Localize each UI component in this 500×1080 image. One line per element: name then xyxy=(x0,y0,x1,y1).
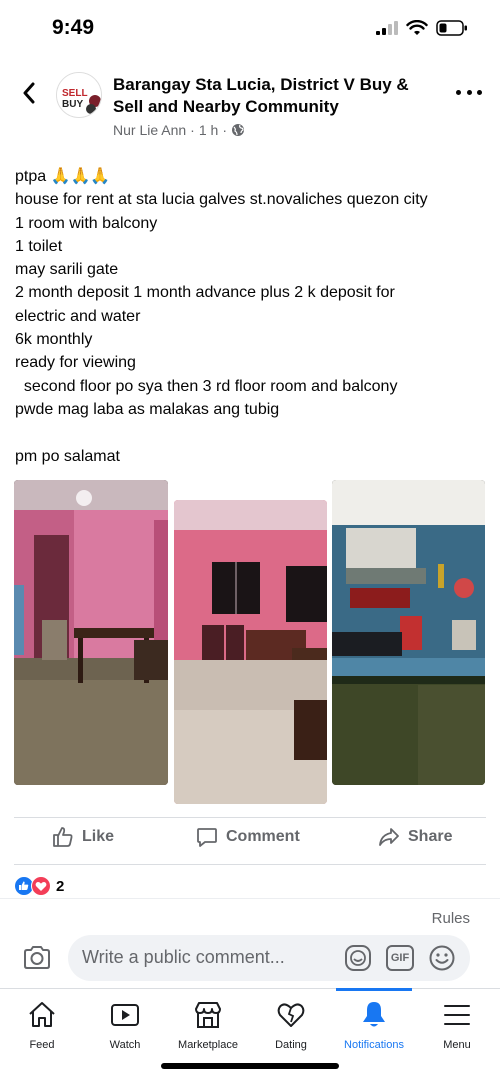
reactions-summary[interactable]: 2 xyxy=(14,876,64,896)
photo-room-1[interactable] xyxy=(14,480,168,785)
tab-label: Watch xyxy=(109,1039,141,1051)
post-header: SELL BUY Barangay Sta Lucia, District V … xyxy=(0,68,500,148)
emoji-icon[interactable] xyxy=(428,944,456,972)
dot xyxy=(456,89,461,95)
wifi-icon xyxy=(406,20,428,35)
share-icon xyxy=(379,828,399,846)
back-button[interactable] xyxy=(16,80,42,106)
post-line: pwde mag laba as malakas ang tubig xyxy=(15,400,280,418)
like-label: Like xyxy=(82,828,115,845)
meta-separator: · xyxy=(222,122,227,138)
post-line: ptpa 🙏🙏🙏 xyxy=(15,168,111,185)
tab-label: Notifications xyxy=(344,1039,404,1051)
more-options-button[interactable] xyxy=(456,82,482,102)
comment-button[interactable]: Comment xyxy=(196,826,300,848)
home-icon xyxy=(29,1002,55,1027)
tab-label: Dating xyxy=(275,1039,307,1051)
play-icon xyxy=(111,1004,139,1026)
post-line: 6k monthly xyxy=(15,331,93,349)
tab-label: Menu xyxy=(443,1039,471,1051)
post-line: second floor po sya then 3 rd floor room… xyxy=(15,377,398,395)
photo-kitchen[interactable] xyxy=(332,480,485,785)
chevron-left-icon xyxy=(23,82,35,104)
divider xyxy=(14,817,486,818)
svg-text:BUY: BUY xyxy=(62,99,83,110)
tab-marketplace[interactable]: Marketplace xyxy=(166,999,250,1059)
globe-icon xyxy=(231,124,244,136)
tab-feed[interactable]: Feed xyxy=(0,999,84,1059)
author-name[interactable]: Nur Lie Ann xyxy=(113,122,186,138)
status-bar: 9:49 xyxy=(0,0,500,56)
post-line: 1 toilet xyxy=(15,237,63,255)
post-text: ptpa 🙏🙏🙏 house for rent at sta lucia gal… xyxy=(15,165,493,468)
dot xyxy=(477,89,482,95)
share-label: Share xyxy=(408,828,453,845)
post-line: 1 room with balcony xyxy=(15,214,158,232)
svg-text:SELL: SELL xyxy=(62,88,88,99)
post-line: house for rent at sta lucia galves st.no… xyxy=(15,191,428,209)
post-line: ready for viewing xyxy=(15,354,136,372)
group-logo-image: SELL BUY xyxy=(57,73,101,117)
divider xyxy=(0,898,500,899)
post-line: pm po salamat xyxy=(15,447,120,465)
dot xyxy=(466,89,472,95)
share-button[interactable]: Share xyxy=(378,826,452,848)
post-meta: Nur Lie Ann · 1 h · xyxy=(113,122,245,138)
comment-placeholder: Write a public comment... xyxy=(82,947,285,967)
camera-icon xyxy=(24,946,50,969)
tab-label: Feed xyxy=(29,1039,55,1051)
post-line: may sarili gate xyxy=(15,261,119,279)
divider xyxy=(14,864,486,865)
post-line: 2 month deposit 1 month advance plus 2 k… xyxy=(15,284,395,302)
menu-icon xyxy=(444,1005,470,1025)
home-indicator xyxy=(161,1063,339,1069)
thumbs-up-icon xyxy=(53,827,73,847)
heart-icon xyxy=(277,1003,305,1027)
tab-label: Marketplace xyxy=(178,1039,238,1051)
like-button[interactable]: Like xyxy=(52,826,114,848)
gif-label: GIF xyxy=(390,952,410,964)
meta-separator: · xyxy=(190,122,195,138)
gif-button[interactable]: GIF xyxy=(386,945,414,971)
camera-button[interactable] xyxy=(22,943,52,973)
tab-watch[interactable]: Watch xyxy=(83,999,167,1059)
status-time: 9:49 xyxy=(52,16,95,39)
bell-icon xyxy=(363,1002,385,1027)
photo-room-2-image xyxy=(174,500,327,804)
photo-kitchen-image xyxy=(332,480,485,785)
comment-icon xyxy=(197,828,217,847)
signal-icon xyxy=(376,21,398,35)
battery-icon xyxy=(436,20,467,36)
group-avatar[interactable]: SELL BUY xyxy=(56,72,102,118)
post-actions: Like Comment Share xyxy=(0,820,500,860)
avatar-sticker-icon[interactable] xyxy=(344,944,372,972)
comment-label: Comment xyxy=(226,828,300,845)
post-line xyxy=(15,421,493,444)
post-time[interactable]: 1 h xyxy=(199,122,218,138)
tab-notifications[interactable]: Notifications xyxy=(332,999,416,1059)
photo-room-2[interactable] xyxy=(174,500,327,804)
post-line: electric and water xyxy=(15,307,141,325)
love-reaction-icon xyxy=(31,876,51,896)
reaction-count: 2 xyxy=(56,877,65,895)
comment-bar: Write a public comment... GIF xyxy=(0,935,500,981)
rules-link[interactable]: Rules xyxy=(432,910,470,927)
active-tab-indicator xyxy=(336,988,412,991)
shop-icon xyxy=(195,1002,221,1028)
comment-input[interactable]: Write a public comment... GIF xyxy=(68,935,470,981)
tab-menu[interactable]: Menu xyxy=(415,999,499,1059)
group-name[interactable]: Barangay Sta Lucia, District V Buy & Sel… xyxy=(113,74,433,118)
tab-dating[interactable]: Dating xyxy=(249,999,333,1059)
status-icons xyxy=(376,20,468,36)
photo-room-1-image xyxy=(14,480,168,785)
photo-gallery xyxy=(0,480,500,805)
